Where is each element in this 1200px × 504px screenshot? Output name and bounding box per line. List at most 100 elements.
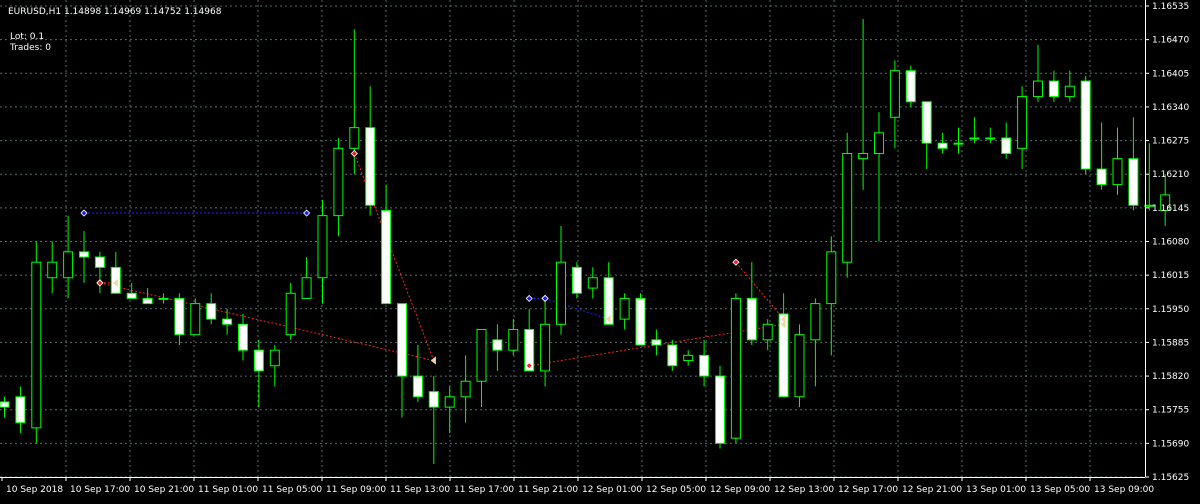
candle-body xyxy=(619,297,630,320)
candle xyxy=(683,350,694,366)
candle-body xyxy=(1064,85,1075,98)
candle-body xyxy=(174,297,185,336)
candle xyxy=(381,184,392,305)
candle xyxy=(826,236,837,356)
candle-body xyxy=(110,266,121,294)
candle-body xyxy=(730,297,741,439)
sell-open-arrow-icon xyxy=(350,149,358,158)
candle-body xyxy=(397,303,407,377)
candle-body xyxy=(1001,137,1012,155)
candle-body xyxy=(206,303,217,320)
candle-body xyxy=(1096,168,1107,186)
y-tick-label: 1.15885 xyxy=(1152,338,1189,348)
x-tick-label: 11 Sep 21:00 xyxy=(518,485,578,495)
candle xyxy=(969,117,980,144)
candle-body xyxy=(412,375,423,398)
candle xyxy=(142,288,153,305)
y-tick-label: 1.15820 xyxy=(1152,372,1189,382)
candle xyxy=(0,396,10,418)
candle xyxy=(921,101,932,170)
x-tick-label: 13 Sep 09:00 xyxy=(1094,485,1154,495)
candle xyxy=(333,137,344,237)
price-chart[interactable]: 1.16535 1.16470 1.16405 1.16340 1.16275 1.162… xyxy=(0,0,1200,500)
candle-body xyxy=(810,303,821,341)
candle xyxy=(1017,86,1028,170)
candle-body xyxy=(985,137,996,140)
candle-body xyxy=(969,137,980,140)
candle-body xyxy=(158,297,169,300)
x-tick-label: 12 Sep 01:00 xyxy=(582,485,642,495)
sell-trade-line xyxy=(735,261,784,320)
candle xyxy=(301,257,312,299)
candle xyxy=(1112,127,1123,195)
candle-body xyxy=(889,70,900,118)
y-tick-label: 1.16470 xyxy=(1152,36,1189,46)
candle-body xyxy=(1112,158,1123,186)
y-tick-label: 1.16405 xyxy=(1152,69,1189,79)
x-tick-label: 11 Sep 05:00 xyxy=(262,485,322,495)
candle xyxy=(47,241,58,294)
candle xyxy=(587,267,598,299)
candle xyxy=(1001,122,1012,159)
x-tick-label: 11 Sep 13:00 xyxy=(390,485,450,495)
candle-body xyxy=(79,251,89,258)
trade-markers xyxy=(80,149,786,370)
y-tick-label: 1.16275 xyxy=(1152,137,1189,147)
candle xyxy=(222,308,233,335)
buy-open-arrow-icon xyxy=(525,294,533,302)
candle xyxy=(842,132,853,278)
candle xyxy=(985,127,996,144)
candle xyxy=(603,262,614,325)
candle-body xyxy=(349,127,360,149)
candle xyxy=(1080,75,1091,175)
candle-body xyxy=(460,380,471,398)
y-tick-label: 1.16340 xyxy=(1152,103,1189,113)
candle xyxy=(730,293,741,444)
candle-body xyxy=(222,318,233,325)
buy-trade-line xyxy=(544,297,609,320)
candle-body xyxy=(715,375,725,444)
y-tick-label: 1.16535 xyxy=(1152,2,1189,12)
candle xyxy=(397,303,407,418)
x-tick-label: 10 Sep 2018 xyxy=(6,485,63,495)
candle-body xyxy=(858,153,869,160)
candle xyxy=(794,324,805,408)
candle xyxy=(1096,122,1107,190)
candle-body xyxy=(47,261,58,279)
candle xyxy=(905,65,916,107)
candle-body xyxy=(1048,80,1059,98)
candle xyxy=(1064,70,1075,102)
symbol-info: EURUSD,H1 1.14898 1.14969 1.14752 1.1496… xyxy=(8,7,222,17)
candle xyxy=(31,241,42,444)
x-tick-label: 12 Sep 09:00 xyxy=(710,485,770,495)
x-tick-label: 12 Sep 13:00 xyxy=(774,485,834,495)
buy-open-arrow-icon xyxy=(80,209,88,217)
candle-body xyxy=(571,266,582,294)
candle-body xyxy=(1033,80,1043,98)
candle xyxy=(206,293,217,325)
candle-body xyxy=(381,209,392,305)
candle-body xyxy=(317,215,328,279)
candle xyxy=(540,298,551,387)
candle xyxy=(492,324,503,371)
candle xyxy=(508,319,519,356)
y-tick-label: 1.16145 xyxy=(1152,204,1189,214)
candle-body xyxy=(333,147,344,217)
candle-body xyxy=(953,142,964,145)
y-tick-label: 1.16015 xyxy=(1152,271,1189,281)
candle xyxy=(571,262,582,299)
candle xyxy=(428,376,439,465)
trades-label: Trades: 0 xyxy=(10,43,51,53)
candle-body xyxy=(253,349,264,372)
candle xyxy=(810,298,821,387)
candle-body xyxy=(699,354,710,377)
candle-body xyxy=(1128,158,1139,206)
candle-body xyxy=(428,391,439,408)
candle xyxy=(858,18,869,190)
candlestick-chart[interactable]: 1.16535 1.16470 1.16405 1.16340 1.16275 1.162… xyxy=(0,0,1200,500)
candle-body xyxy=(1080,80,1091,170)
candle xyxy=(94,251,105,294)
candle-body xyxy=(301,277,312,299)
candle-body xyxy=(190,303,201,336)
candle xyxy=(126,282,137,299)
